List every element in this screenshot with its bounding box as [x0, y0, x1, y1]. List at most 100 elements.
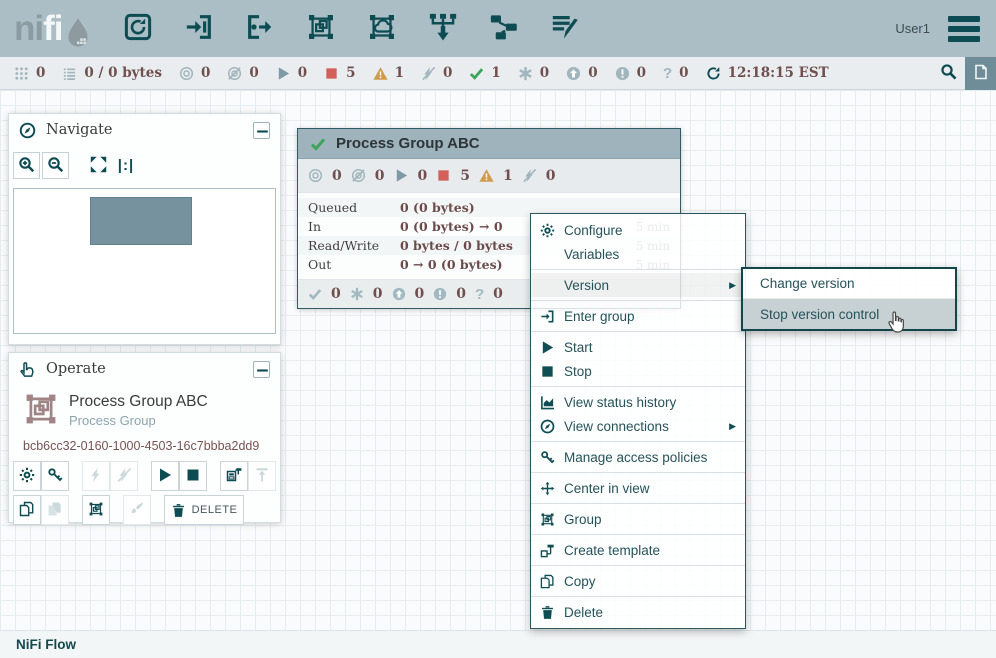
disable-button[interactable]: [110, 461, 138, 491]
compass-icon: [19, 122, 36, 139]
nifi-logo: nifi: [14, 9, 91, 49]
menu-item-view-status-history[interactable]: View status history: [531, 390, 745, 414]
search-button[interactable]: [931, 57, 965, 90]
running-play-icon: [276, 66, 291, 81]
fill-color-button[interactable]: [123, 495, 151, 525]
locally-modified-stale-status: 0: [615, 65, 646, 81]
new-template-button[interactable]: [487, 12, 521, 46]
connections-icon: [539, 418, 556, 435]
stopped-square-icon: [436, 168, 451, 183]
play-icon: [539, 339, 556, 356]
menu-separator: [531, 472, 745, 473]
logo-text-fi: fi: [43, 9, 62, 49]
menu-item-create-template[interactable]: Create template: [531, 538, 745, 562]
app-header: nifi User1: [0, 0, 996, 57]
start-button[interactable]: [151, 461, 179, 491]
version-submenu: Change version Stop version control: [741, 267, 957, 331]
disabled-bolt-icon: [522, 168, 537, 183]
stopped-status: 5: [324, 65, 355, 81]
current-user-label: User1: [895, 21, 930, 36]
global-menu-button[interactable]: [946, 14, 982, 44]
copy-icon: [539, 573, 556, 590]
process-group-header[interactable]: Process Group ABC: [298, 129, 680, 159]
menu-item-copy[interactable]: Copy: [531, 569, 745, 593]
submenu-caret-icon: ▶: [729, 280, 736, 291]
up-to-date-status: 1: [469, 65, 500, 81]
menu-item-view-connections[interactable]: View connections▶: [531, 414, 745, 438]
running-status: 0: [276, 65, 307, 81]
paste-button[interactable]: [41, 495, 69, 525]
menu-item-start[interactable]: Start: [531, 335, 745, 359]
configure-button[interactable]: [13, 461, 41, 491]
transmitting-icon: [308, 168, 323, 183]
operate-panel-header: Operate: [9, 353, 280, 385]
zoom-actual-button[interactable]: |:|: [113, 153, 139, 179]
submenu-item-change-version[interactable]: Change version: [743, 269, 955, 299]
upload-template-button[interactable]: [248, 461, 276, 491]
new-funnel-button[interactable]: [426, 12, 460, 46]
save-template-button[interactable]: [220, 461, 248, 491]
sync-failure-status: ?0: [663, 65, 689, 82]
new-output-port-button[interactable]: [243, 12, 277, 46]
new-input-port-button[interactable]: [182, 12, 216, 46]
stale-arrow-icon: [566, 66, 581, 81]
copy-button[interactable]: [13, 495, 41, 525]
delete-button[interactable]: DELETE: [164, 495, 244, 525]
search-icon: [940, 63, 957, 80]
menu-item-manage-access-policies[interactable]: Manage access policies: [531, 445, 745, 469]
new-processor-button[interactable]: [121, 12, 155, 46]
group-icon: [539, 511, 556, 528]
new-process-group-button[interactable]: [304, 12, 338, 46]
access-policies-button[interactable]: [41, 461, 69, 491]
not-transmitting-icon: [227, 66, 242, 81]
new-remote-process-group-button[interactable]: [365, 12, 399, 46]
operate-title: Operate: [46, 361, 253, 377]
question-icon: ?: [475, 286, 484, 303]
menu-item-stop[interactable]: Stop: [531, 359, 745, 383]
invalid-warning-icon: [479, 168, 494, 183]
menu-item-variables[interactable]: Variables: [531, 242, 745, 266]
zoom-out-button[interactable]: [42, 152, 69, 179]
invalid-status: 1: [373, 65, 404, 81]
zoom-fit-button[interactable]: [85, 153, 111, 179]
breadcrumb-bar: NiFi Flow: [0, 630, 996, 658]
last-refresh: 12:18:15 EST: [706, 65, 829, 81]
navigate-collapse-button[interactable]: [253, 122, 270, 139]
stale-arrow-icon: [392, 287, 406, 301]
stop-icon: [539, 363, 556, 380]
trash-icon: [539, 604, 556, 621]
menu-item-group[interactable]: Group: [531, 507, 745, 531]
process-group-name: Process Group ABC: [336, 135, 480, 152]
minimap-viewport[interactable]: [90, 197, 192, 245]
group-button[interactable]: [82, 495, 110, 525]
submenu-item-stop-version-control[interactable]: Stop version control: [743, 299, 955, 329]
menu-item-configure[interactable]: Configure: [531, 218, 745, 242]
threads-grid-icon: [14, 66, 29, 81]
operate-collapse-button[interactable]: [253, 361, 270, 378]
page-icon: [973, 64, 989, 80]
active-threads-status: 0: [14, 65, 45, 81]
birdseye-minimap[interactable]: [13, 188, 276, 334]
flow-canvas[interactable]: Navigate |:| Operate Process Group ABC P…: [0, 90, 996, 630]
up-to-date-check-icon: [308, 287, 322, 301]
stop-button[interactable]: [179, 461, 207, 491]
menu-item-version[interactable]: Version▶: [531, 273, 745, 297]
exclamation-circle-icon: [433, 287, 447, 301]
queued-status: 0 / 0 bytes: [62, 65, 162, 81]
breadcrumb-root[interactable]: NiFi Flow: [16, 637, 76, 652]
context-menu: Configure Variables Version▶ Enter group…: [530, 213, 746, 629]
chart-icon: [539, 394, 556, 411]
hand-icon: [19, 361, 36, 378]
version-up-to-date-icon: [310, 136, 326, 152]
refresh-icon[interactable]: [706, 66, 721, 81]
invalid-warning-icon: [373, 66, 388, 81]
operate-panel: Operate Process Group ABC Process Group …: [8, 352, 281, 523]
enable-button[interactable]: [82, 461, 110, 491]
new-label-button[interactable]: [548, 12, 582, 46]
canvas-settings-button[interactable]: [965, 57, 996, 90]
menu-item-enter-group[interactable]: Enter group: [531, 304, 745, 328]
zoom-in-button[interactable]: [13, 152, 40, 179]
selected-component-name: Process Group ABC: [69, 393, 208, 411]
menu-item-delete[interactable]: Delete: [531, 600, 745, 624]
menu-item-center-in-view[interactable]: Center in view: [531, 476, 745, 500]
